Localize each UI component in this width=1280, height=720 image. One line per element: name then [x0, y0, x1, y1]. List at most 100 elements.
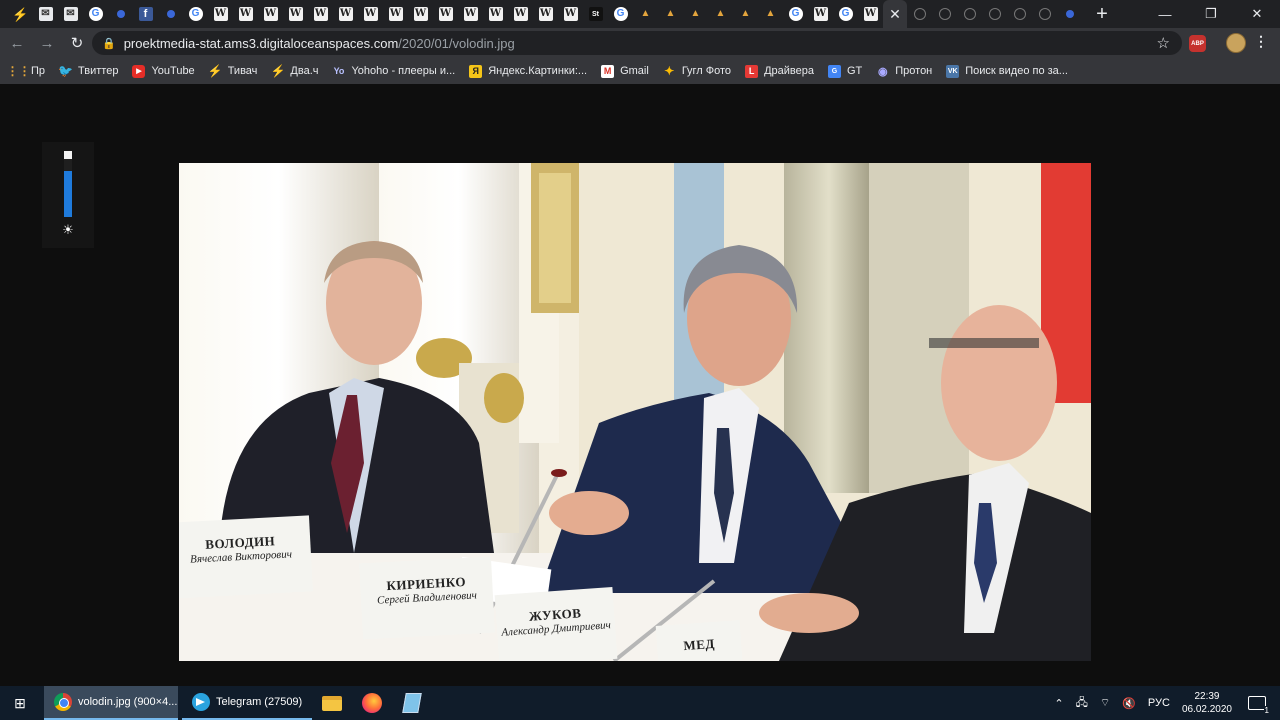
google-icon: G	[613, 7, 628, 21]
taskbar-telegram-window[interactable]: Telegram (27509)	[182, 686, 312, 720]
forward-button[interactable]: →	[34, 30, 60, 56]
browser-tab[interactable]: ▲	[733, 0, 758, 28]
browser-tab[interactable]: W	[558, 0, 583, 28]
browser-tab[interactable]: W	[508, 0, 533, 28]
browser-tab[interactable]: ▲	[708, 0, 733, 28]
browser-tab[interactable]: St	[583, 0, 608, 28]
reload-button[interactable]: ↻	[64, 30, 90, 56]
browser-tab[interactable]: W	[433, 0, 458, 28]
browser-menu-icon[interactable]: ⋮	[1254, 33, 1268, 50]
bookmark-item[interactable]: Yo Yohoho - плееры и...	[332, 65, 456, 78]
show-hidden-icons-chevron-icon[interactable]: ⌃	[1054, 697, 1063, 710]
browser-tab[interactable]: W	[233, 0, 258, 28]
notes-app-button[interactable]	[392, 686, 432, 720]
brightness-control[interactable]: ☀	[42, 142, 94, 248]
browser-tab[interactable]	[1007, 0, 1032, 28]
firefox-button[interactable]	[352, 686, 392, 720]
close-tab-icon[interactable]: ✕	[889, 6, 901, 23]
browser-tab[interactable]: W	[333, 0, 358, 28]
bookmark-item[interactable]: ⋮⋮ Пр	[6, 64, 46, 78]
loading-icon	[938, 8, 951, 20]
browser-tab[interactable]: ▲	[633, 0, 658, 28]
active-tab[interactable]: ✕	[883, 0, 907, 28]
browser-tab[interactable]: W	[533, 0, 558, 28]
file-explorer-button[interactable]	[312, 686, 352, 720]
google-icon: G	[788, 7, 803, 21]
bookmark-label: Протон	[895, 65, 933, 77]
wikipedia-icon: W	[263, 7, 278, 21]
apps-icon: ⋮⋮	[6, 64, 31, 78]
wikipedia-icon: W	[513, 7, 528, 21]
bookmark-item[interactable]: VK Поиск видео по за...	[946, 64, 1068, 78]
browser-tab[interactable]: f	[133, 0, 158, 28]
bookmark-item[interactable]: ⚡ Тивач	[208, 64, 258, 78]
browser-tab[interactable]	[1032, 0, 1057, 28]
browser-tab[interactable]: ✉	[58, 0, 83, 28]
bookmark-item[interactable]: ◉ Протон	[876, 65, 932, 78]
bookmark-item[interactable]: ▶ YouTube	[132, 64, 195, 78]
browser-tab[interactable]: W	[408, 0, 433, 28]
browser-tab[interactable]: W	[358, 0, 383, 28]
taskbar-chrome-window[interactable]: volodin.jpg (900×4...	[44, 686, 178, 720]
loading-icon	[963, 8, 976, 20]
browser-tab[interactable]: W	[258, 0, 283, 28]
maximize-button[interactable]: ❐	[1188, 0, 1234, 28]
bookmark-item[interactable]: Я Яндекс.Картинки:...	[469, 64, 587, 78]
mail-icon: ✉	[63, 7, 78, 21]
browser-tab[interactable]	[907, 0, 932, 28]
mail-icon: ✉	[38, 7, 53, 21]
browser-tab[interactable]: W	[208, 0, 233, 28]
bookmark-item[interactable]: ✦ Гугл Фото	[663, 64, 731, 78]
browser-tab[interactable]: ▲	[658, 0, 683, 28]
browser-tab[interactable]: G	[783, 0, 808, 28]
clock[interactable]: 22:39 06.02.2020	[1182, 690, 1232, 716]
browser-tab[interactable]	[158, 0, 183, 28]
bookmark-item[interactable]: 🐦 Твиттер	[58, 64, 118, 78]
address-bar[interactable]: 🔒 proektmedia-stat.ams3.digitaloceanspac…	[92, 31, 1182, 55]
brightness-level-bar[interactable]	[64, 171, 72, 217]
browser-tab[interactable]: W	[383, 0, 408, 28]
bookmark-item[interactable]: M Gmail	[601, 64, 649, 78]
close-window-button[interactable]: ✕	[1234, 0, 1280, 28]
displayed-photo[interactable]: ВОЛОДИН Вячеслав Викторович КИРИЕНКО Сер…	[179, 163, 1091, 661]
bookmark-item[interactable]: L Драйвера	[745, 64, 814, 78]
profile-avatar[interactable]	[1226, 33, 1246, 53]
browser-tab[interactable]: W	[283, 0, 308, 28]
wikipedia-icon: W	[363, 7, 378, 21]
window-controls: — ❐ ✕	[1142, 0, 1280, 28]
bookmark-item[interactable]: G GT	[827, 64, 862, 78]
bookmark-star-icon[interactable]: ☆	[1157, 34, 1170, 52]
browser-tab[interactable]: W	[808, 0, 833, 28]
browser-tab[interactable]: ✉	[33, 0, 58, 28]
browser-tab[interactable]: W	[458, 0, 483, 28]
browser-tab[interactable]	[108, 0, 133, 28]
wifi-icon[interactable]: ⌔	[1100, 696, 1110, 710]
brightness-handle[interactable]	[64, 151, 72, 159]
new-tab-button[interactable]: +	[1090, 3, 1114, 26]
browser-tab[interactable]: ▲	[683, 0, 708, 28]
browser-tab[interactable]: G	[833, 0, 858, 28]
network-icon[interactable]: 🖧	[1076, 694, 1088, 713]
back-button[interactable]: ←	[4, 30, 30, 56]
browser-tab[interactable]: W	[858, 0, 883, 28]
browser-tab[interactable]: W	[308, 0, 333, 28]
browser-tab[interactable]: ⚡	[8, 0, 33, 28]
browser-tab[interactable]: ▲	[758, 0, 783, 28]
browser-tab[interactable]	[932, 0, 957, 28]
start-button[interactable]: ⊞	[0, 686, 40, 720]
input-language[interactable]: РУС	[1148, 697, 1170, 709]
url-text[interactable]: proektmedia-stat.ams3.digitaloceanspaces…	[124, 36, 515, 51]
notifications-icon[interactable]	[1248, 696, 1271, 715]
browser-tab[interactable]: G	[608, 0, 633, 28]
browser-tab[interactable]	[1057, 0, 1082, 28]
minimize-button[interactable]: —	[1142, 0, 1188, 28]
browser-tab[interactable]: G	[183, 0, 208, 28]
adblock-plus-icon[interactable]: ABP	[1189, 35, 1206, 52]
placard-name: МЕД	[682, 635, 716, 654]
browser-tab[interactable]: G	[83, 0, 108, 28]
browser-tab[interactable]: W	[483, 0, 508, 28]
bookmark-item[interactable]: ⚡ Два.ч	[270, 64, 318, 78]
browser-tab[interactable]	[957, 0, 982, 28]
browser-tab[interactable]	[982, 0, 1007, 28]
volume-muted-icon[interactable]: 🔇	[1122, 697, 1136, 710]
